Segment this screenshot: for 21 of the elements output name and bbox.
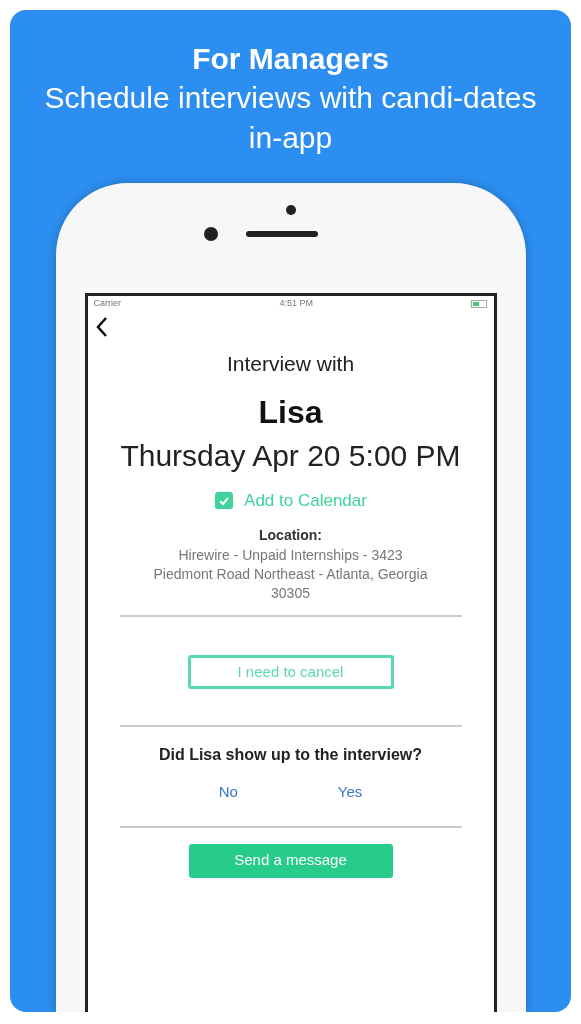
location-label: Location: bbox=[259, 526, 322, 545]
battery-icon bbox=[471, 300, 488, 308]
status-time: 4:51 PM bbox=[279, 297, 313, 311]
interview-intro: Interview with bbox=[226, 351, 355, 377]
add-to-calendar-link[interactable]: Add to Calendar bbox=[214, 487, 367, 513]
attendance-question: Did Lisa show up to the interview? bbox=[158, 745, 423, 765]
camera-icon bbox=[285, 205, 296, 215]
speaker-icon bbox=[245, 231, 318, 237]
candidate-name: Lisa bbox=[258, 392, 323, 432]
cancel-button[interactable]: I need to cancel bbox=[187, 655, 394, 689]
calendar-icon bbox=[214, 490, 235, 511]
carrier-label: Carrier bbox=[93, 297, 121, 311]
banner-title: For Managers bbox=[192, 41, 389, 77]
interview-datetime: Thursday Apr 20 5:00 PM bbox=[119, 437, 462, 474]
banner-subtitle: Schedule interviews with candi-dates in-app bbox=[43, 80, 538, 156]
answer-link[interactable]: No bbox=[218, 781, 238, 804]
sensor-icon bbox=[203, 227, 218, 241]
location-address: Hirewire - Unpaid Internships - 3423 Piedmont Road Northeast - Atlanta, Georgia 30305 bbox=[152, 546, 429, 603]
send-message-button[interactable]: Send a message bbox=[188, 843, 393, 878]
back-icon[interactable] bbox=[95, 316, 108, 338]
answer-link[interactable]: Yes bbox=[337, 781, 363, 804]
